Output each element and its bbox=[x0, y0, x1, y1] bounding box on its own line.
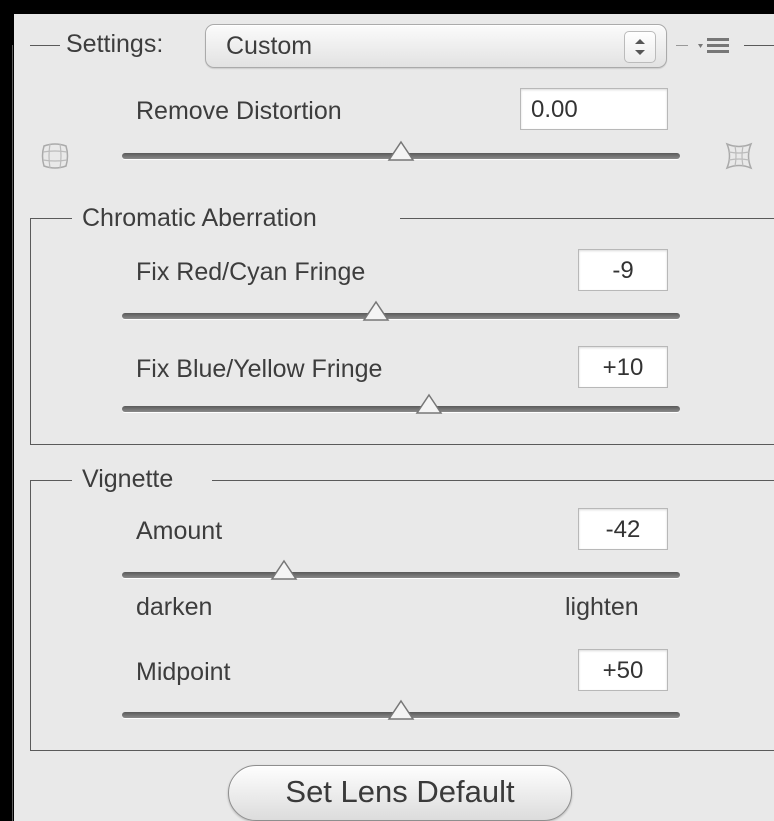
select-stepper-icon bbox=[624, 31, 656, 63]
blue-yellow-label: Fix Blue/Yellow Fringe bbox=[136, 355, 383, 383]
amount-label: Amount bbox=[136, 517, 223, 545]
midpoint-label: Midpoint bbox=[136, 658, 231, 686]
ca-border-left bbox=[30, 218, 31, 444]
midpoint-field[interactable]: +50 bbox=[578, 649, 668, 691]
settings-value: Custom bbox=[226, 32, 313, 60]
vignette-title: Vignette bbox=[82, 465, 174, 493]
blue-yellow-field[interactable]: +10 bbox=[578, 346, 668, 388]
settings-rule-right-b bbox=[744, 45, 774, 46]
chromatic-aberration-title: Chromatic Aberration bbox=[82, 204, 317, 232]
red-cyan-slider[interactable] bbox=[122, 313, 680, 319]
barrel-grid-icon bbox=[40, 141, 70, 176]
panel-menu-icon[interactable] bbox=[696, 33, 740, 64]
amount-slider[interactable] bbox=[122, 572, 680, 578]
red-cyan-label: Fix Red/Cyan Fringe bbox=[136, 258, 366, 286]
red-cyan-field[interactable]: -9 bbox=[578, 249, 668, 291]
pincushion-grid-icon bbox=[724, 141, 754, 176]
settings-rule-right-a bbox=[676, 45, 688, 46]
ca-border-top-right bbox=[400, 218, 774, 219]
ca-border-bottom bbox=[30, 444, 774, 445]
amount-field[interactable]: -42 bbox=[578, 508, 668, 550]
blue-yellow-slider[interactable] bbox=[122, 406, 680, 412]
settings-rule-left bbox=[30, 45, 60, 46]
vignette-border-bottom bbox=[30, 750, 774, 751]
vignette-border-top-left bbox=[30, 480, 72, 481]
settings-label: Settings: bbox=[66, 30, 164, 58]
settings-select[interactable]: Custom bbox=[205, 24, 667, 68]
vignette-border-top-right bbox=[212, 480, 774, 481]
settings-border-left bbox=[12, 45, 13, 821]
lighten-label: lighten bbox=[565, 593, 639, 621]
darken-label: darken bbox=[136, 593, 213, 621]
ca-border-top-left bbox=[30, 218, 72, 219]
set-lens-default-button[interactable]: Set Lens Default bbox=[228, 765, 572, 821]
remove-distortion-field[interactable]: 0.00 bbox=[520, 88, 668, 130]
remove-distortion-label: Remove Distortion bbox=[136, 97, 342, 125]
vignette-border-left bbox=[30, 480, 31, 750]
